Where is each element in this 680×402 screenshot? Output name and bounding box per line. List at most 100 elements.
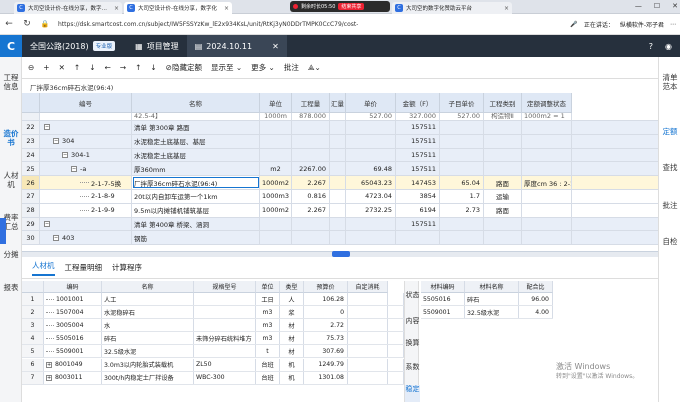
close-window-icon[interactable]: ✕ xyxy=(672,2,678,10)
column-header[interactable]: 类型 xyxy=(280,281,304,293)
type-cell[interactable]: 材 xyxy=(280,319,304,332)
ratio-cell[interactable]: 96.00 xyxy=(519,293,553,306)
price-cell[interactable] xyxy=(346,231,396,245)
table-row[interactable]: 24−304-1 水泥稳定土底基层 157511 xyxy=(22,148,658,163)
qty-cell[interactable]: 2.267 xyxy=(292,203,330,217)
unit-cell[interactable]: m2 xyxy=(260,162,292,176)
collapse-toggle-icon[interactable]: − xyxy=(53,138,59,145)
code-cell[interactable]: 2-1-9-9 xyxy=(40,203,132,217)
qty-cell[interactable] xyxy=(292,148,330,162)
status-cell[interactable] xyxy=(522,190,572,203)
cat-cell[interactable] xyxy=(484,134,522,148)
back-icon[interactable]: ← xyxy=(4,19,14,29)
type-cell[interactable]: 机 xyxy=(280,371,304,384)
summary-cell[interactable] xyxy=(330,134,346,148)
sidebar-item-annotations[interactable]: 批注 xyxy=(659,201,680,210)
price-cell[interactable] xyxy=(346,148,396,162)
spec-cell[interactable]: 未筛分碎石统料堆方 xyxy=(194,332,256,345)
empty-cell[interactable] xyxy=(348,345,388,358)
expand-icon[interactable]: + xyxy=(46,374,52,381)
sub-cell[interactable] xyxy=(440,134,484,148)
amount-cell[interactable]: 3854 xyxy=(396,190,440,203)
table-row[interactable]: 27 2-1-8-9 20t以内自卸车运第一个1km 1000m3 0.816 4723.… xyxy=(22,190,658,204)
expand-icon[interactable]: + xyxy=(46,361,52,368)
code-cell[interactable]: 2-1-8-9 xyxy=(40,190,132,203)
table-row-selected[interactable]: 26 2-1-7-5换 厂拌厚36cm碎石水泥(96:4) 1000m2 2.267 65… xyxy=(22,176,658,190)
price-cell[interactable]: 307.69 xyxy=(304,345,348,358)
price-cell[interactable]: 4723.04 xyxy=(346,190,396,203)
price-cell[interactable]: 1249.79 xyxy=(304,358,348,371)
name-cell[interactable]: 水泥稳碎石 xyxy=(102,306,194,319)
price-cell[interactable]: 106.28 xyxy=(304,293,348,306)
sidebar-item-materials[interactable]: 人材 机 xyxy=(0,171,22,189)
project-name[interactable]: 全国公路(2018) xyxy=(22,41,89,52)
column-header[interactable]: 名称 xyxy=(132,93,260,113)
price-cell[interactable]: 75.73 xyxy=(304,332,348,345)
amount-cell[interactable] xyxy=(396,231,440,245)
unit-cell[interactable]: 1000m3 xyxy=(260,190,292,203)
name-cell[interactable]: 厂拌厚36cm碎石水泥(96:4) xyxy=(132,176,260,189)
sidebar-item-allocation[interactable]: 分摊 xyxy=(0,250,22,259)
close-icon[interactable]: × xyxy=(114,5,119,12)
amount-cell[interactable]: 157511 xyxy=(396,134,440,148)
spec-cell[interactable]: ZL50 xyxy=(194,358,256,371)
name-cell[interactable]: 清单 第300章 路面 xyxy=(132,121,260,134)
price-cell[interactable]: 69.48 xyxy=(346,162,396,176)
empty-cell[interactable] xyxy=(348,293,388,306)
table-row[interactable]: 29− 清单 第400章 桥梁、涵洞 157511 xyxy=(22,217,658,232)
cat-cell[interactable] xyxy=(484,162,522,176)
empty-cell[interactable] xyxy=(388,358,404,371)
table-row[interactable]: 5505016 碎石 96.00 xyxy=(421,293,553,307)
refresh-icon[interactable]: ↻ xyxy=(22,19,32,29)
cat-cell[interactable] xyxy=(484,217,522,231)
table-row[interactable]: 23−304 水泥稳定土底基层、基层 157511 xyxy=(22,134,658,149)
spec-cell[interactable] xyxy=(194,293,256,306)
table-row[interactable]: 7 +8003011 300t/h内稳定土厂拌设备 WBC-300 台班机 1301.08 xyxy=(22,371,404,385)
sidebar-item-project-info[interactable]: 工程 信息 xyxy=(0,73,22,91)
code-cell[interactable]: 1507004 xyxy=(44,306,102,319)
amount-cell[interactable]: 6194 xyxy=(396,203,440,217)
summary-cell[interactable] xyxy=(330,217,346,231)
type-cell[interactable]: 浆 xyxy=(280,306,304,319)
tab-calc-program[interactable]: 计算程序 xyxy=(112,262,142,273)
unit-cell[interactable] xyxy=(260,134,292,148)
column-header[interactable]: 自定消耗 xyxy=(348,281,388,293)
side-tab-status[interactable]: 状态 xyxy=(405,291,420,299)
more-icon[interactable]: ⋯ xyxy=(670,21,676,28)
code-cell[interactable]: 5509001 xyxy=(421,306,465,319)
empty-cell[interactable] xyxy=(348,358,388,371)
name-cell[interactable]: 水泥稳定土底基层、基层 xyxy=(132,134,260,148)
table-row[interactable]: 28 2-1-9-9 9.5m以内摊铺机铺筑基层 1000m2 2.267 2732.25… xyxy=(22,203,658,218)
column-header[interactable]: 编码 xyxy=(44,281,102,293)
collapse-toggle-icon[interactable]: − xyxy=(62,151,68,158)
price-cell[interactable]: 2732.25 xyxy=(346,203,396,217)
empty-cell[interactable] xyxy=(388,319,404,332)
column-header[interactable]: 单位 xyxy=(260,93,292,113)
cat-cell[interactable]: 路面 xyxy=(484,176,522,189)
column-header[interactable] xyxy=(22,281,44,293)
unit-cell[interactable]: 台班 xyxy=(256,371,280,384)
price-cell[interactable]: 65043.23 xyxy=(346,176,396,189)
column-header[interactable]: 名称 xyxy=(102,281,194,293)
cat-cell[interactable] xyxy=(484,231,522,245)
sub-cell[interactable] xyxy=(440,217,484,231)
price-cell[interactable]: 0 xyxy=(304,306,348,319)
empty-cell[interactable] xyxy=(388,371,404,384)
table-row[interactable]: 6 +8001049 3.0m3以内轮胎式装载机 ZL50 台班机 1249.79 xyxy=(22,358,404,372)
column-header[interactable]: 金额（F） xyxy=(396,93,440,113)
status-cell[interactable] xyxy=(522,148,572,162)
browser-tab-3[interactable]: C 大司空的数字化赞助云平台 × xyxy=(392,2,512,14)
summary-cell[interactable] xyxy=(330,176,346,189)
cat-cell[interactable]: 路面 xyxy=(484,203,522,217)
code-cell[interactable]: +8001049 xyxy=(44,358,102,371)
status-cell[interactable] xyxy=(522,162,572,176)
name-cell[interactable]: 碎石 xyxy=(102,332,194,345)
price-cell[interactable] xyxy=(346,217,396,231)
table-row[interactable]: 42.5-4】 1000m 878.000 527.00 327.000 527.00 构造… xyxy=(22,113,658,121)
summary-cell[interactable] xyxy=(330,190,346,203)
code-cell[interactable]: 1001001 xyxy=(44,293,102,306)
table-row[interactable]: 5 5509001 32.5级水泥 t 材 307.69 xyxy=(22,345,404,359)
name-cell[interactable]: 水泥稳定土底基层 xyxy=(132,148,260,162)
end-share-button[interactable]: 结束共享 xyxy=(338,3,365,10)
code-cell[interactable]: − xyxy=(40,121,132,134)
